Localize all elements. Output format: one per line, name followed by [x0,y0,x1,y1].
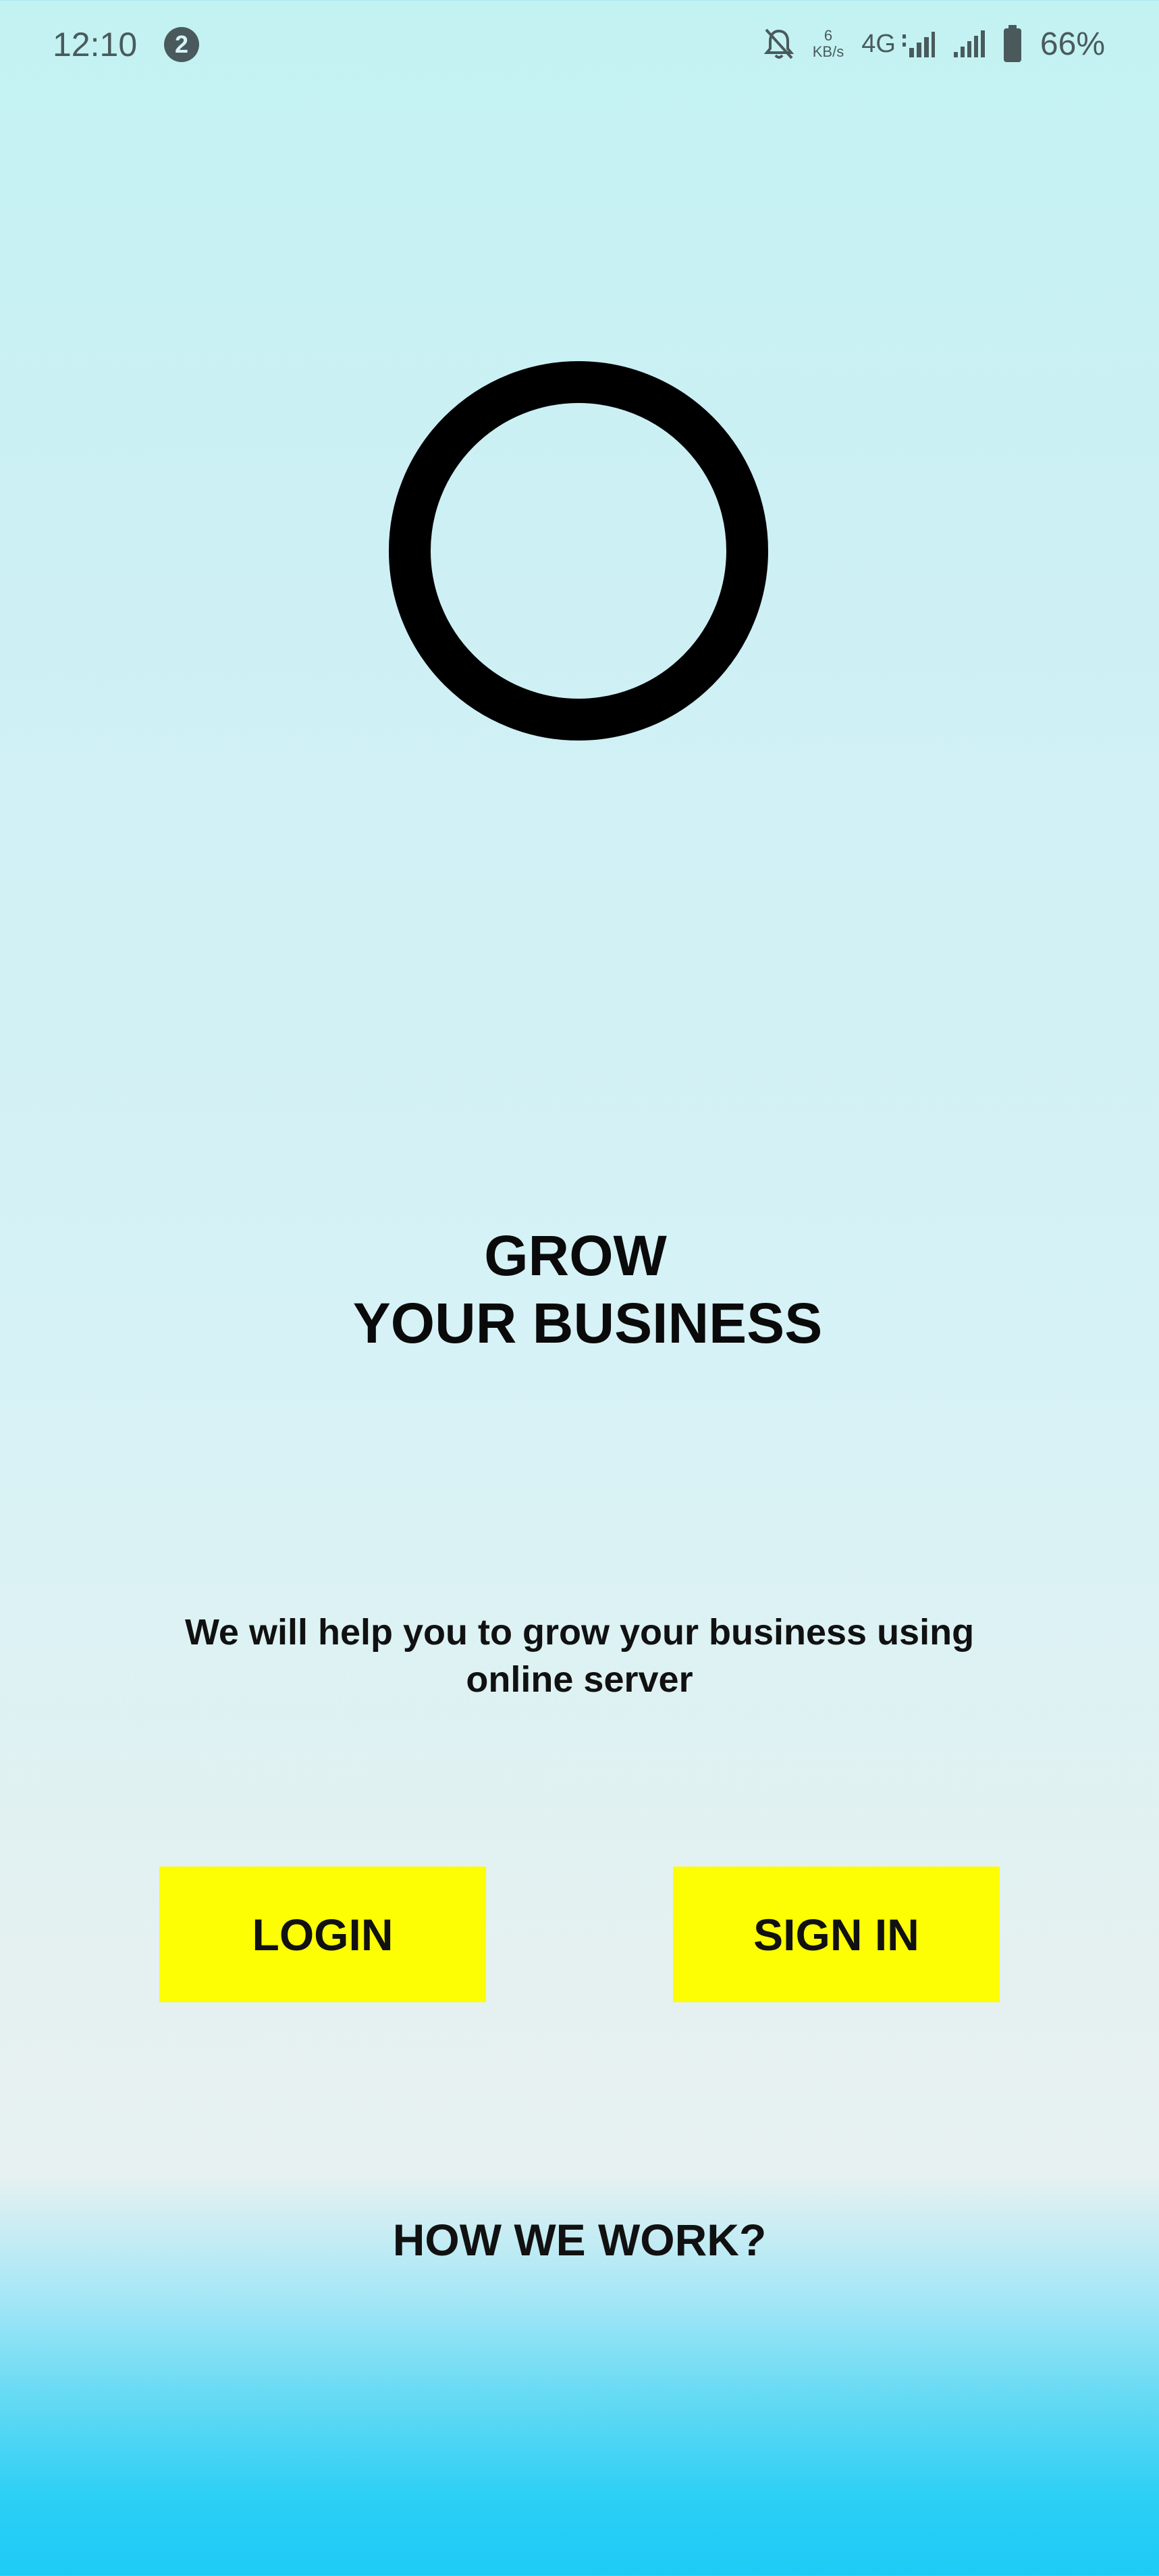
network-type-label: 4G [861,29,896,58]
login-button[interactable]: LOGIN [159,1867,486,2002]
battery-percentage: 66% [1040,26,1105,62]
ring-logo-icon [389,361,768,741]
subtitle-line-2: online server [466,1659,693,1700]
status-bar: 12:10 2 6 KB/s 4G 66% [0,0,1159,88]
how-we-work-link[interactable]: HOW WE WORK? [0,2209,1159,2270]
headline-line-1: GROW [484,1224,667,1287]
signal-icon [952,29,985,59]
subtitle-line-1: We will help you to grow your business u… [184,1612,975,1653]
net-speed: 6 KB/s [813,28,844,60]
signal-4g-icon [901,29,935,59]
headline-line-2: YOUR BUSINESS [352,1291,823,1355]
signal-4g: 4G [861,29,935,59]
net-speed-unit: KB/s [812,43,844,60]
bell-muted-icon [763,27,795,61]
sign-in-button[interactable]: SIGN IN [673,1867,1000,2002]
status-time: 12:10 [53,26,138,63]
subtitle: We will help you to grow your business u… [135,1609,1024,1703]
notification-count-badge: 2 [164,27,199,62]
status-icons: 6 KB/s 4G 66% [763,20,1105,68]
battery-icon [1002,25,1023,63]
net-speed-value: 6 [824,27,833,44]
